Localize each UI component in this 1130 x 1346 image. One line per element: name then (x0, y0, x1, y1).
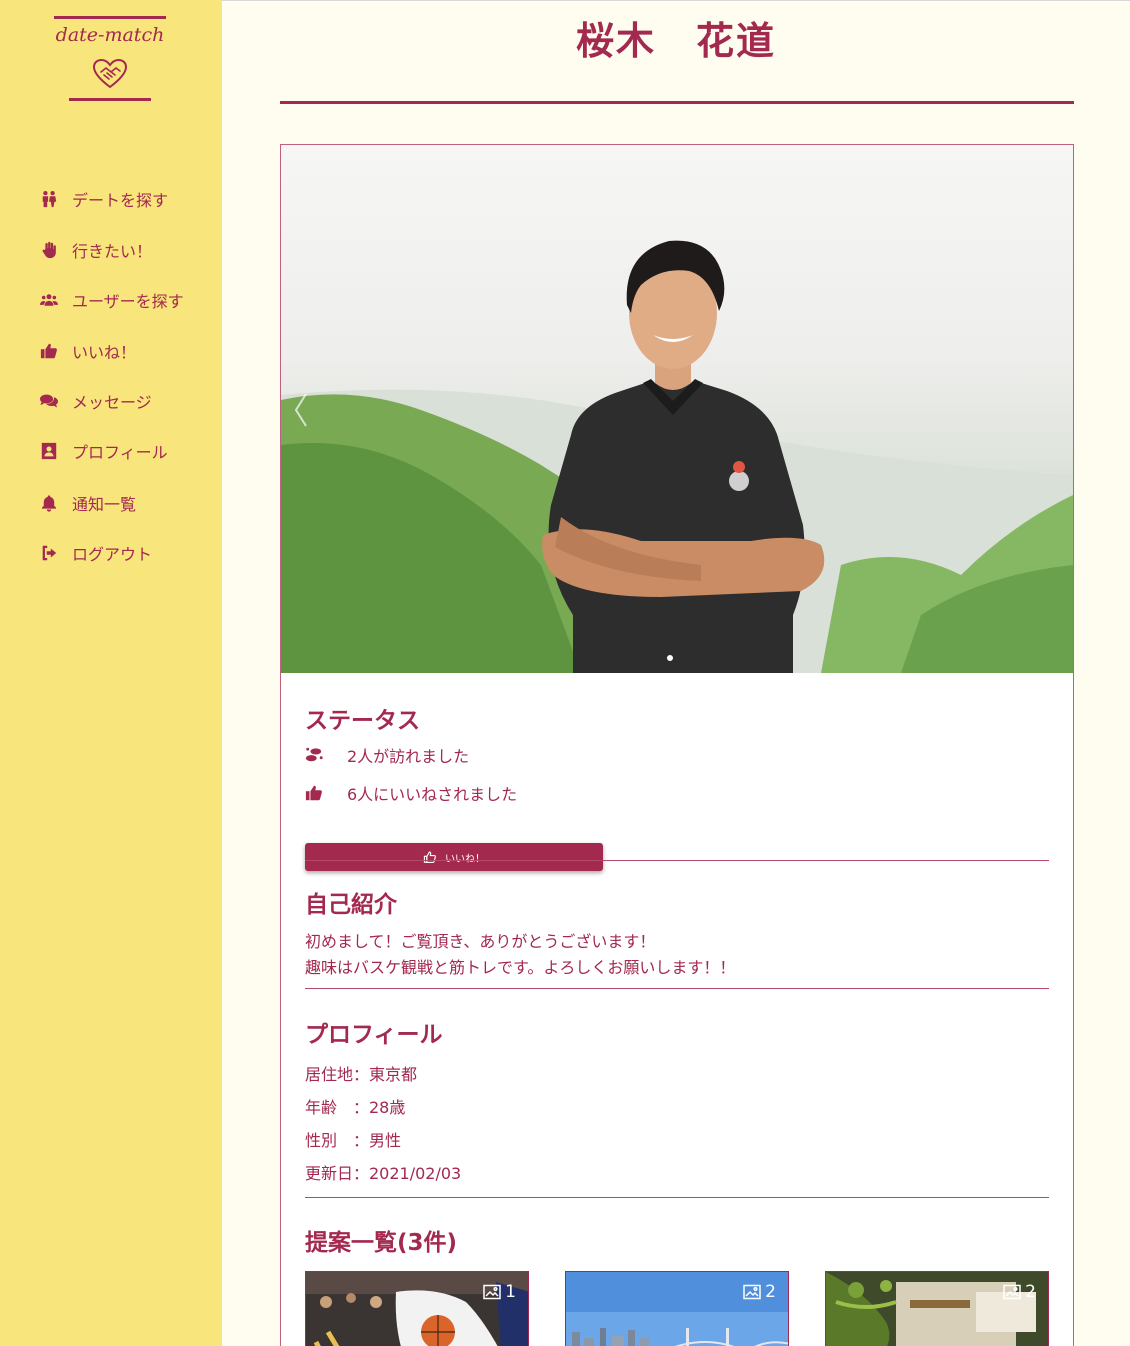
likes-stat: 6人にいいねされました (305, 781, 517, 805)
sidebar-item-label: デートを探す (72, 191, 169, 210)
intro-section: 自己紹介 初めまして！ご覧頂き、ありがとうございます！ 趣味はバスケ観戦と筋トレ… (305, 885, 1049, 981)
image-count: 2 (765, 1282, 776, 1302)
intro-line: 趣味はバスケ観戦と筋トレです。よろしくお願いします！！ (305, 958, 736, 977)
visits-text: 2人が訪れました (347, 747, 470, 766)
visits-stat: 2人が訪れました (305, 743, 469, 767)
sidebar-item-label: プロフィール (72, 443, 168, 462)
sidebar-item-label: いいね！ (72, 343, 137, 362)
image-count-badge: 2 (1003, 1282, 1036, 1302)
profile-photo (281, 240, 1073, 673)
thumbs-up-icon (38, 340, 60, 362)
logo-rule-bottom (69, 98, 151, 101)
sidebar-item-label: 通知一覧 (72, 495, 137, 514)
sign-out-icon (38, 542, 60, 564)
proposal-card[interactable]: 1 (305, 1271, 529, 1346)
profile-card: ステータス 2人が訪れました 6人にいいねされました いいね！ 自己紹介 初めま… (280, 144, 1074, 1346)
sidebar-item-notifications[interactable]: 通知一覧 (38, 488, 136, 518)
brand-name: date-match (55, 24, 165, 46)
gender-row: 性別 ：男性 (305, 1131, 402, 1150)
proposals-section: 提案一覧(3件) (305, 1223, 1049, 1257)
proposal-card[interactable]: 2 (825, 1271, 1049, 1346)
brand-logo[interactable]: date-match (52, 16, 168, 104)
sidebar-item-want-to-go[interactable]: 行きたい！ (38, 235, 152, 265)
like-button[interactable]: いいね！ (305, 843, 603, 871)
title-divider (280, 101, 1074, 104)
intro-line: 初めまして！ご覧頂き、ありがとうございます！ (305, 932, 656, 951)
thumbs-up-icon (305, 784, 329, 802)
sidebar-item-label: ユーザーを探す (72, 292, 184, 311)
proposal-card[interactable]: 2 (565, 1271, 789, 1346)
divider (305, 988, 1049, 989)
intro-text: 初めまして！ご覧頂き、ありがとうございます！ 趣味はバスケ観戦と筋トレです。よろ… (305, 929, 1049, 981)
sidebar: date-match デートを探す 行きたい！ ユーザーを探す いいね！ メッセ… (0, 0, 222, 1346)
age-row: 年齢 ：28歳 (305, 1098, 406, 1117)
handshake-heart-icon (92, 58, 128, 89)
image-count-badge: 1 (483, 1282, 516, 1302)
image-count: 1 (505, 1282, 516, 1302)
users-icon (38, 289, 60, 311)
main-content: 桜木 花道 ステータス 2人が訪れました 6人にいいねされました いいね！ 自己… (222, 0, 1130, 1346)
divider (305, 1197, 1049, 1198)
sidebar-item-label: メッセージ (72, 393, 152, 412)
profile-details-title: プロフィール (305, 1022, 443, 1048)
image-count: 2 (1025, 1282, 1036, 1302)
residence-row: 居住地：東京都 (305, 1065, 418, 1084)
status-section: ステータス 2人が訪れました 6人にいいねされました いいね！ (305, 701, 1049, 881)
thumbs-up-outline-icon (423, 851, 436, 864)
logo-rule-top (54, 16, 166, 19)
bell-icon (38, 492, 60, 514)
image-icon (1003, 1284, 1021, 1300)
page-title: 桜木 花道 (575, 19, 776, 63)
sidebar-item-find-dates[interactable]: デートを探す (38, 184, 168, 214)
footprints-icon (305, 746, 329, 764)
sidebar-item-find-users[interactable]: ユーザーを探す (38, 285, 184, 315)
proposals-title: 提案一覧(3件) (305, 1230, 458, 1256)
like-button-label: いいね！ (445, 853, 485, 865)
sidebar-item-label: ログアウト (72, 545, 153, 564)
status-title: ステータス (305, 708, 420, 734)
sidebar-item-profile[interactable]: プロフィール (38, 436, 168, 466)
sidebar-item-label: 行きたい！ (72, 242, 153, 261)
carousel-indicator[interactable] (667, 655, 673, 661)
intro-title: 自己紹介 (305, 892, 397, 918)
hand-icon (38, 239, 60, 261)
sidebar-item-logout[interactable]: ログアウト (38, 538, 152, 568)
profile-card-icon (38, 440, 60, 462)
carousel-prev-icon[interactable] (291, 390, 311, 430)
image-icon (743, 1284, 761, 1300)
updated-row: 更新日：2021/02/03 (305, 1164, 462, 1183)
image-count-badge: 2 (743, 1282, 776, 1302)
sidebar-item-messages[interactable]: メッセージ (38, 386, 152, 416)
divider (305, 860, 1049, 861)
image-icon (483, 1284, 501, 1300)
sidebar-item-likes[interactable]: いいね！ (38, 336, 136, 366)
couple-icon (38, 188, 60, 210)
profile-photo-carousel[interactable] (281, 145, 1073, 673)
profile-details-section: プロフィール 居住地：東京都 年齢 ：28歳 性別 ：男性 更新日：2021/0… (305, 1015, 1049, 1195)
comments-icon (38, 390, 60, 412)
likes-text: 6人にいいねされました (347, 785, 518, 804)
